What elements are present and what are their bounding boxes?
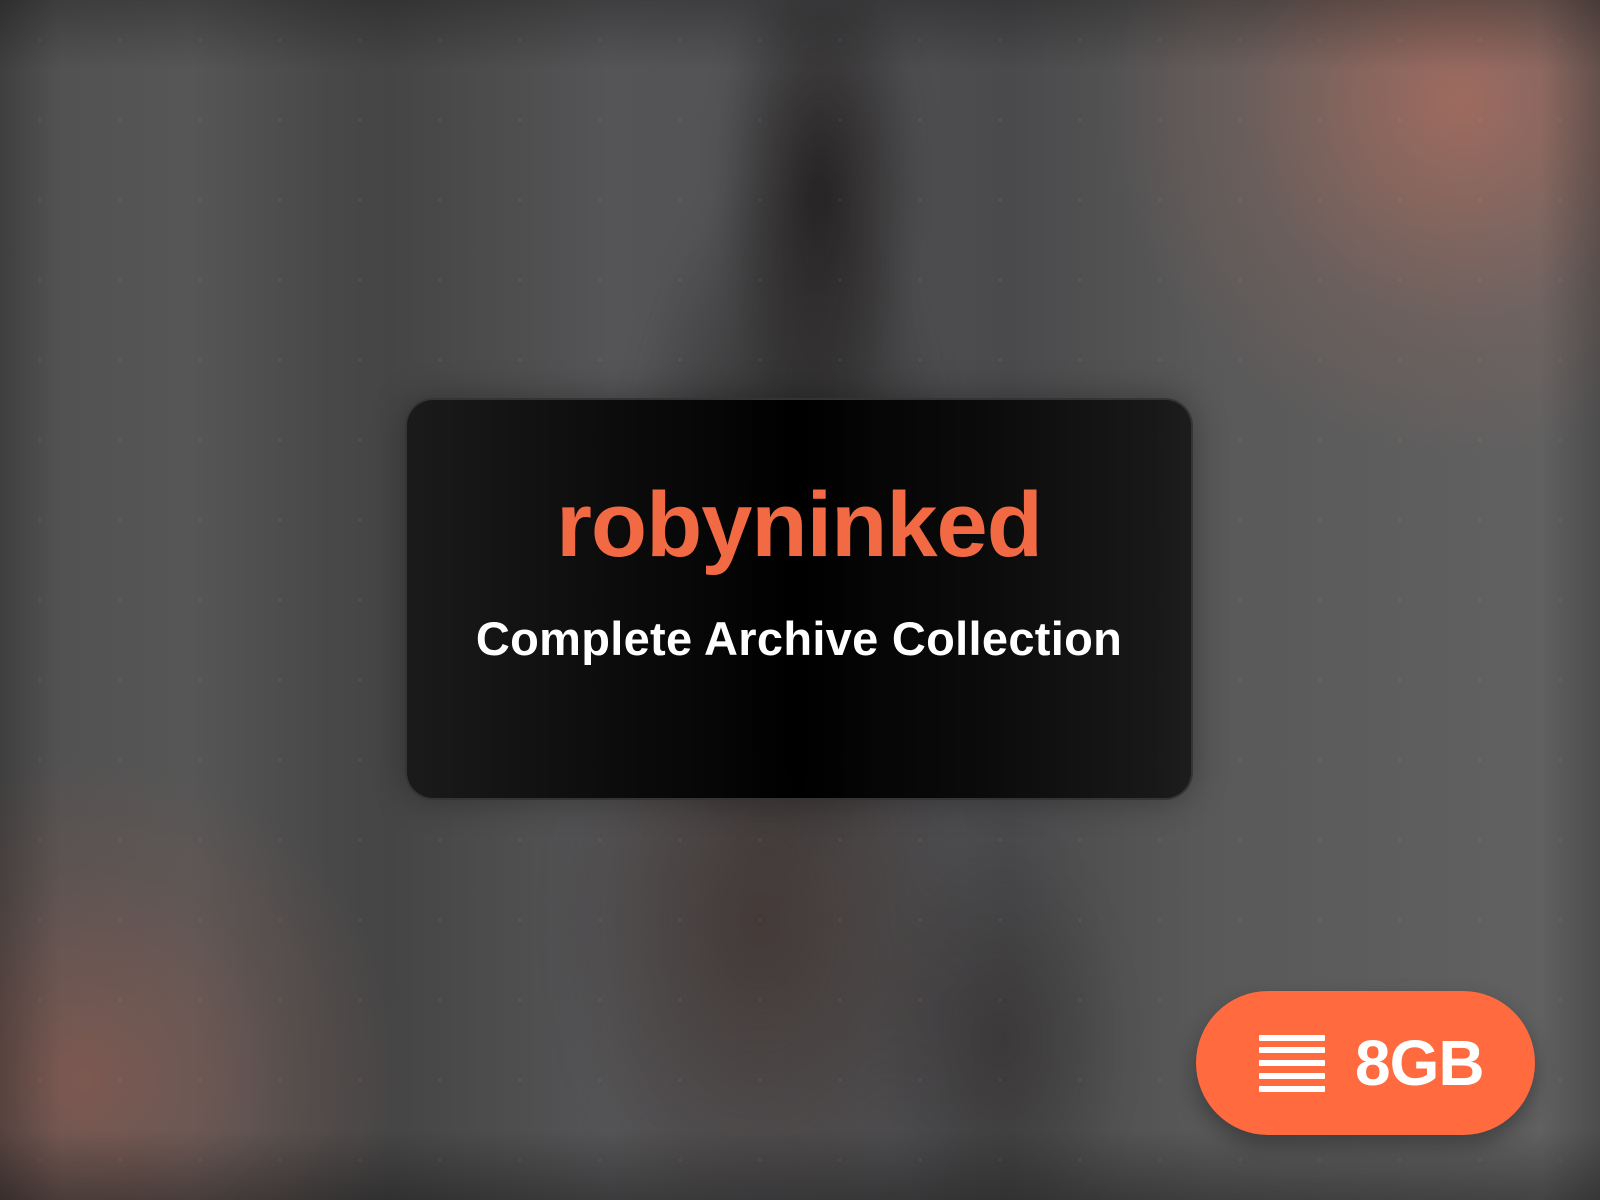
- archive-line: [1259, 1060, 1325, 1066]
- file-size-badge: 8GB: [1196, 991, 1535, 1135]
- title-card: robyninked Complete Archive Collection: [405, 398, 1193, 800]
- archive-line: [1259, 1086, 1325, 1092]
- collection-title: robyninked: [556, 474, 1043, 576]
- archive-line: [1259, 1047, 1325, 1053]
- preview-canvas: robyninked Complete Archive Collection 8…: [0, 0, 1600, 1200]
- archive-line: [1259, 1035, 1325, 1041]
- collection-subtitle: Complete Archive Collection: [475, 612, 1123, 665]
- archive-lines-icon: [1259, 1035, 1325, 1092]
- archive-line: [1259, 1073, 1325, 1079]
- file-size-label: 8GB: [1355, 1027, 1485, 1099]
